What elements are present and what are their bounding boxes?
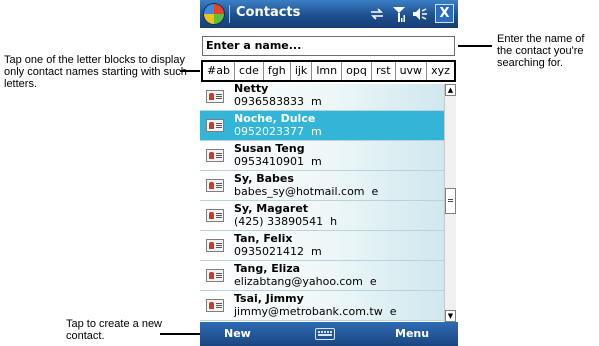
contact-row-susan-teng[interactable]: Susan Teng 0953410901 m (200, 141, 444, 171)
name-field-callout: Enter the name of the contact you're sea… (497, 33, 585, 69)
contact-row-noche-dulce[interactable]: Noche, Dulce 0952023377 m (200, 111, 444, 141)
contact-card-icon (206, 269, 224, 282)
contact-detail: jimmy@metrobank.com.tw e (234, 305, 397, 318)
contact-row-netty[interactable]: Netty 0936583833 m (200, 84, 444, 111)
contact-detail-value: 0953410901 (234, 155, 304, 168)
contact-row-tan-felix[interactable]: Tan, Felix 0935021412 m (200, 231, 444, 261)
letter-filter-ab[interactable]: #ab (203, 62, 236, 80)
close-button[interactable]: X (435, 4, 454, 23)
letter-filter-fgh[interactable]: fgh (264, 62, 291, 80)
signal-icon[interactable] (392, 5, 406, 23)
contact-row-sy-magaret[interactable]: Sy, Magaret (425) 33890541 h (200, 201, 444, 231)
letter-filter-rst[interactable]: rst (372, 62, 396, 80)
contact-card-icon (206, 299, 224, 312)
contact-detail-value: (425) 33890541 (234, 215, 324, 228)
contact-detail-value: elizabtang@yahoo.com (234, 275, 363, 288)
contact-detail-type: e (371, 185, 379, 198)
contact-name: Tsai, Jimmy (234, 292, 304, 305)
contact-card-icon (206, 149, 224, 162)
contact-detail-type: e (369, 275, 377, 288)
letter-filter-uvw[interactable]: uvw (396, 62, 428, 80)
letter-filter-cde[interactable]: cde (235, 62, 264, 80)
menu-bar: New Menu (200, 322, 458, 346)
contact-detail-value: babes_sy@hotmail.com (234, 185, 365, 198)
contact-detail-value: 0935021412 (234, 245, 304, 258)
list-scrollbar[interactable]: ▲ ▼ (444, 84, 456, 322)
contact-card-icon (206, 90, 224, 103)
new-contact-callout: Tap to create a new contact. (66, 318, 163, 342)
contact-detail-type: m (311, 95, 322, 108)
contact-name: Susan Teng (234, 142, 305, 155)
contact-detail: babes_sy@hotmail.com e (234, 185, 378, 198)
contact-name: Tan, Felix (234, 232, 293, 245)
contact-name: Noche, Dulce (234, 112, 316, 125)
app-title: Contacts (236, 5, 301, 20)
contact-detail-type: m (311, 155, 322, 168)
volume-icon[interactable] (412, 5, 428, 23)
contact-card-icon (206, 119, 224, 132)
contact-detail-value: 0936583833 (234, 95, 304, 108)
contact-list: Netty 0936583833 m Noche, Dulce 095202337… (200, 84, 444, 322)
name-field-callout-line (452, 45, 492, 47)
contact-row-tsai-jimmy[interactable]: Tsai, Jimmy jimmy@metrobank.com.tw e (200, 291, 444, 321)
contact-card-icon (206, 179, 224, 192)
contact-detail: 0935021412 m (234, 245, 322, 258)
start-menu-icon[interactable] (204, 4, 224, 24)
contact-detail-type: h (330, 215, 338, 228)
scroll-up-arrow-icon[interactable]: ▲ (445, 84, 456, 96)
contact-name: Tang, Eliza (234, 262, 301, 275)
contact-detail: 0936583833 m (234, 95, 322, 108)
device-screen: Contacts X Enter a name... #ab cde fgh i… (200, 0, 458, 346)
letter-filter-bar: #ab cde fgh ijk lmn opq rst uvw xyz (201, 60, 456, 82)
scrollbar-thumb[interactable] (445, 188, 456, 214)
sync-icon[interactable] (370, 5, 384, 23)
contact-card-icon (206, 209, 224, 222)
contact-detail-type: m (311, 125, 322, 138)
scroll-down-arrow-icon[interactable]: ▼ (445, 310, 456, 322)
menu-button[interactable]: Menu (395, 327, 429, 340)
contact-name: Netty (234, 84, 269, 95)
letter-blocks-callout-line (180, 70, 202, 72)
title-bar-separator (229, 5, 230, 23)
new-contact-button[interactable]: New (224, 327, 251, 340)
contact-row-tang-eliza[interactable]: Tang, Eliza elizabtang@yahoo.com e (200, 261, 444, 291)
contact-detail-type: e (389, 305, 397, 318)
contact-detail: (425) 33890541 h (234, 215, 337, 228)
letter-filter-xyz[interactable]: xyz (427, 62, 454, 80)
name-search-input[interactable]: Enter a name... (202, 36, 455, 56)
contact-card-icon (206, 239, 224, 252)
letter-filter-lmn[interactable]: lmn (312, 62, 343, 80)
letter-filter-opq[interactable]: opq (342, 62, 372, 80)
contact-detail-type: m (311, 245, 322, 258)
letter-blocks-callout: Tap one of the letter blocks to display … (4, 54, 187, 90)
contact-name: Sy, Babes (234, 172, 294, 185)
contact-detail-value: jimmy@metrobank.com.tw (234, 305, 383, 318)
contact-detail: elizabtang@yahoo.com e (234, 275, 377, 288)
contact-detail-value: 0952023377 (234, 125, 304, 138)
letter-filter-ijk[interactable]: ijk (291, 62, 313, 80)
contact-name: Sy, Magaret (234, 202, 309, 215)
contact-detail: 0952023377 m (234, 125, 322, 138)
title-bar: Contacts X (200, 0, 458, 28)
new-contact-callout-line (160, 333, 200, 335)
keyboard-icon[interactable] (315, 328, 335, 340)
contact-row-sy-babes[interactable]: Sy, Babes babes_sy@hotmail.com e (200, 171, 444, 201)
contact-detail: 0953410901 m (234, 155, 322, 168)
